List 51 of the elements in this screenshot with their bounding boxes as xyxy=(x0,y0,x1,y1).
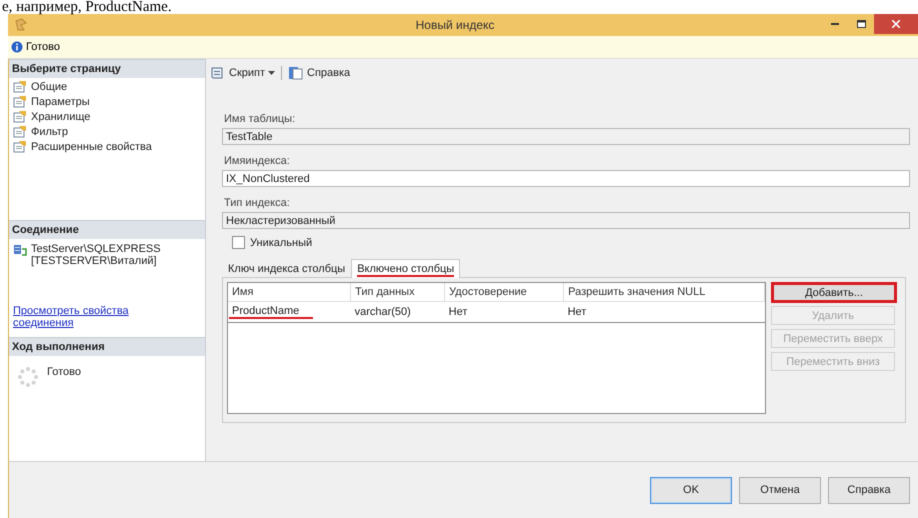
maximize-icon xyxy=(856,20,866,28)
connection-link[interactable]: Просмотреть свойства соединения xyxy=(13,305,143,329)
app-icon xyxy=(14,18,28,32)
page-item[interactable]: Общие xyxy=(9,79,205,94)
page-item[interactable]: Хранилище xyxy=(9,109,205,124)
column-header[interactable]: Имя xyxy=(228,283,351,302)
user-name: [TESTSERVER\Виталий] xyxy=(31,255,158,267)
section-header: Ход выполнения xyxy=(9,337,205,356)
server-icon xyxy=(13,243,27,257)
page-item[interactable]: Расширенные свойства xyxy=(9,139,205,154)
table-cell: Нет xyxy=(568,306,586,318)
table-cell: ProductName xyxy=(229,305,314,319)
section-header: Соединение xyxy=(9,220,205,239)
page-icon xyxy=(13,140,27,153)
table-cell: Нет xyxy=(448,306,468,318)
page-item[interactable]: Параметры xyxy=(9,94,205,109)
dialog-button[interactable]: Справка xyxy=(828,476,910,504)
field-label: Имяиндекса: xyxy=(224,155,291,167)
tab[interactable]: Включено столбцы xyxy=(351,259,460,278)
table-cell: varchar(50) xyxy=(354,306,411,318)
help-button[interactable]: Справка xyxy=(288,66,350,80)
page-icon xyxy=(13,95,27,108)
spinner-icon xyxy=(17,366,39,388)
text-field[interactable]: IX_NonClustered xyxy=(222,170,910,187)
close-icon xyxy=(892,20,900,28)
page-item[interactable]: Фильтр xyxy=(9,124,205,139)
field-label: Тип индекса: xyxy=(224,197,291,209)
checkbox[interactable] xyxy=(232,236,245,249)
progress-status: Готово xyxy=(47,366,81,378)
page-icon xyxy=(13,110,27,123)
field-label: Имя таблицы: xyxy=(224,113,296,125)
tab[interactable]: Ключ индекса столбцы xyxy=(222,259,352,278)
server-name: TestServer\SQLEXPRESS xyxy=(31,243,161,255)
close-button[interactable] xyxy=(874,14,918,34)
minimize-icon xyxy=(831,23,839,25)
status-text: Готово xyxy=(26,41,60,53)
caption-text: е, например, ProductName. xyxy=(1,0,173,14)
page-icon xyxy=(13,125,27,138)
column-header[interactable]: Разрешить значения NULL xyxy=(564,283,764,302)
dialog-button[interactable]: Отмена xyxy=(739,476,821,504)
window-title: Новый индекс xyxy=(414,18,496,32)
page-icon xyxy=(13,80,27,93)
column-header[interactable]: Удостоверение xyxy=(444,283,564,302)
script-dropdown[interactable]: Скрипт xyxy=(210,66,276,80)
info-icon xyxy=(11,41,23,53)
caret-icon xyxy=(268,71,276,75)
column-header[interactable]: Тип данных xyxy=(350,283,445,302)
checkbox-label: Уникальный xyxy=(250,236,312,248)
dialog-button[interactable]: OK xyxy=(650,476,732,504)
grid-button[interactable]: Добавить... xyxy=(771,282,897,303)
section-header: Выберите страницу xyxy=(9,59,205,78)
